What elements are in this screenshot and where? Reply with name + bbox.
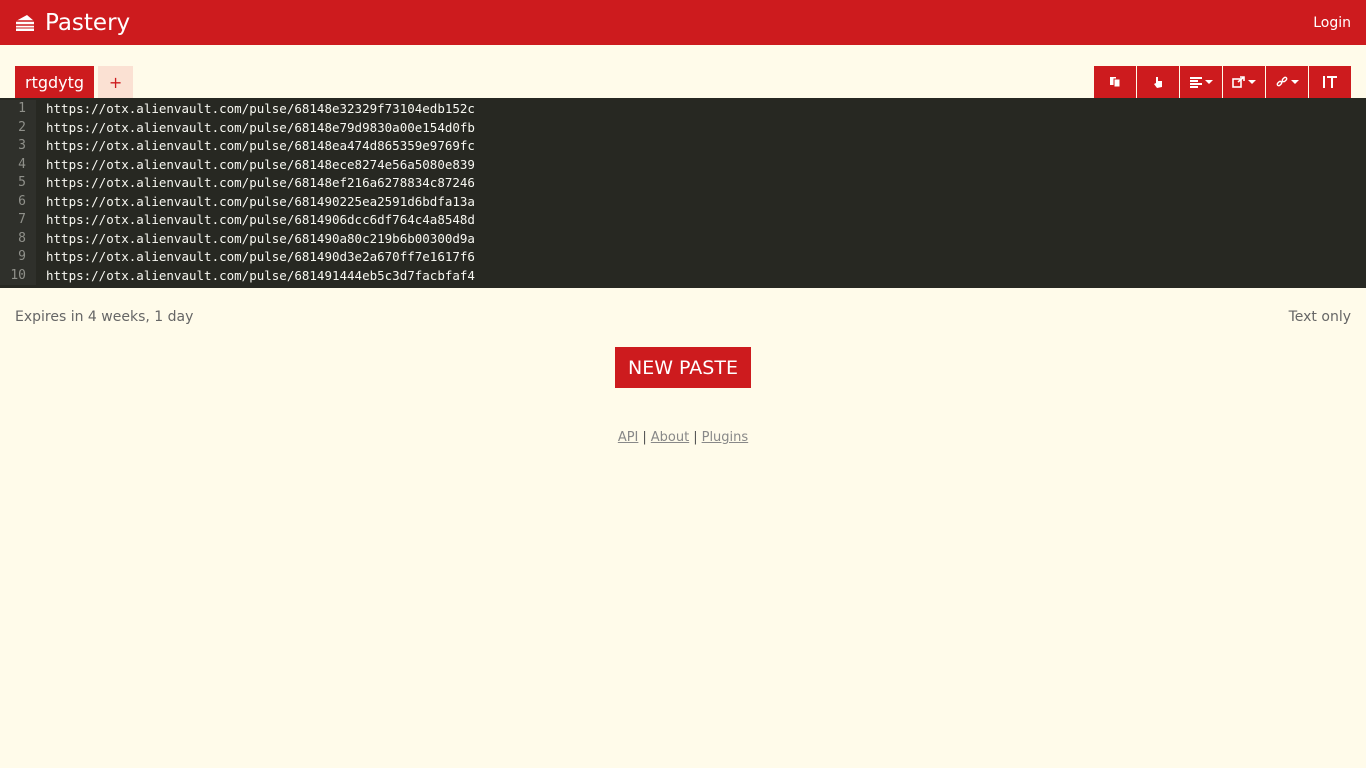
line-number: 3 (18, 138, 26, 153)
select-all-button[interactable] (1137, 66, 1179, 98)
footer: API | About | Plugins (0, 430, 1366, 445)
paste-meta: Expires in 4 weeks, 1 day Text only (0, 288, 1366, 325)
tab-paste-file[interactable]: rtgdytg (15, 66, 95, 98)
brand-link[interactable]: Pastery (15, 10, 130, 36)
copy-button[interactable] (1094, 66, 1136, 98)
text-size-button[interactable] (1309, 66, 1351, 98)
align-dropdown-button[interactable] (1180, 66, 1222, 98)
footer-separator: | (693, 430, 698, 445)
code-line: https://otx.alienvault.com/pulse/6814914… (46, 267, 475, 283)
code-content: https://otx.alienvault.com/pulse/68148e3… (36, 100, 475, 285)
add-file-tab[interactable]: + (98, 66, 134, 98)
new-paste-button[interactable]: NEW PASTE (615, 347, 751, 388)
line-number-gutter: 1 2 3 4 5 6 7 8 9 10 (0, 100, 36, 285)
line-number: 5 (18, 175, 26, 190)
code-line: https://otx.alienvault.com/pulse/681490d… (46, 249, 475, 264)
text-size-icon (1323, 76, 1337, 88)
code-line: https://otx.alienvault.com/pulse/6814902… (46, 193, 475, 209)
code-line: https://otx.alienvault.com/pulse/681490a… (46, 230, 475, 246)
line-number: 7 (18, 212, 26, 227)
align-left-icon (1189, 76, 1202, 88)
cake-logo-icon (15, 13, 35, 33)
about-link[interactable]: About (651, 430, 689, 445)
code-line: https://otx.alienvault.com/pulse/68148e3… (46, 101, 475, 116)
share-icon (1232, 76, 1245, 88)
code-line: https://otx.alienvault.com/pulse/68148e7… (46, 119, 475, 135)
chevron-down-icon (1290, 80, 1299, 84)
code-line: https://otx.alienvault.com/pulse/68148ea… (46, 138, 475, 153)
paste-toolbar (1094, 66, 1351, 98)
api-link[interactable]: API (618, 430, 639, 445)
code-line: https://otx.alienvault.com/pulse/68148ec… (46, 156, 475, 172)
link-dropdown-button[interactable] (1266, 66, 1308, 98)
code-line: https://otx.alienvault.com/pulse/68148ef… (46, 175, 475, 190)
plugins-link[interactable]: Plugins (702, 430, 749, 445)
copy-icon (1109, 76, 1121, 88)
line-number: 9 (18, 249, 26, 264)
chevron-down-icon (1204, 80, 1213, 84)
line-number: 2 (18, 119, 26, 135)
line-number: 8 (18, 230, 26, 246)
brand-name: Pastery (45, 9, 131, 36)
line-number: 1 (18, 101, 26, 116)
new-paste-container: NEW PASTE (0, 347, 1366, 388)
navbar: Pastery Login (0, 0, 1366, 45)
code-viewer[interactable]: 1 2 3 4 5 6 7 8 9 10 https://otx.alienva… (0, 98, 1366, 288)
tab-bar: rtgdytg + (0, 45, 1366, 98)
code-line: https://otx.alienvault.com/pulse/6814906… (46, 212, 475, 227)
line-number: 10 (10, 267, 26, 283)
share-dropdown-button[interactable] (1223, 66, 1265, 98)
expiry-text: Expires in 4 weeks, 1 day (15, 309, 194, 325)
line-number: 4 (18, 156, 26, 172)
login-link[interactable]: Login (1313, 15, 1351, 31)
footer-separator: | (642, 430, 647, 445)
hand-pointer-icon (1152, 76, 1164, 89)
link-icon (1276, 76, 1288, 88)
chevron-down-icon (1248, 80, 1256, 84)
line-number: 6 (18, 193, 26, 209)
language-label: Text only (1288, 309, 1351, 325)
paste-tabs: rtgdytg + (15, 66, 134, 98)
